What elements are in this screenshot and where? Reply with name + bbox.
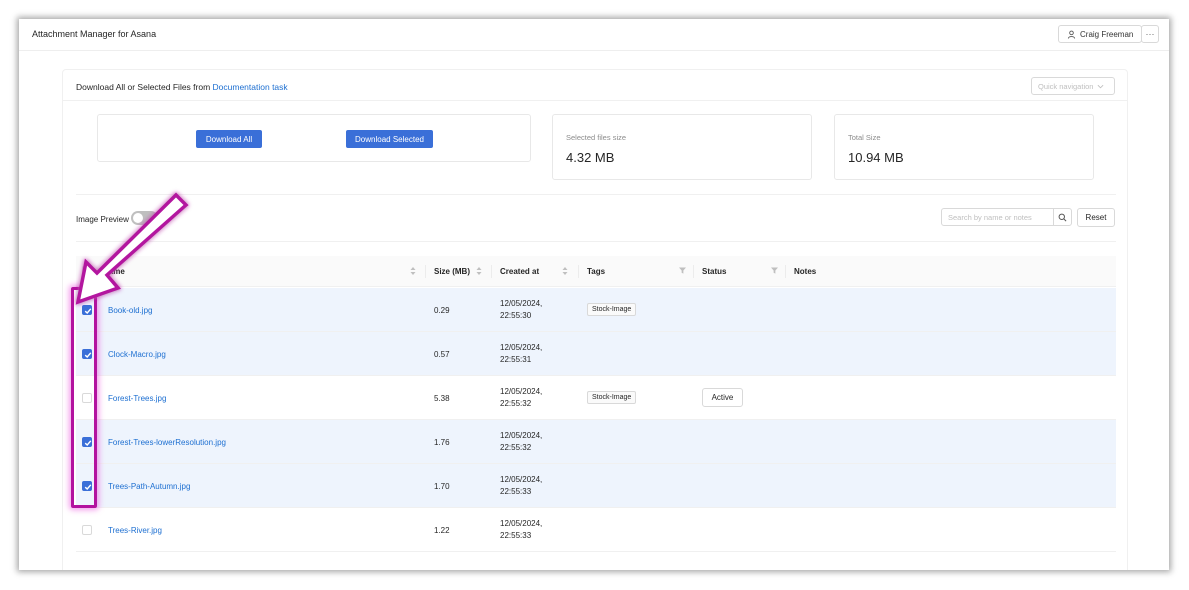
- sort-icon[interactable]: [476, 265, 482, 277]
- tag-badge: Stock-Image: [587, 391, 637, 404]
- chevron-down-icon: [1098, 84, 1104, 88]
- file-name-link[interactable]: Forest-Trees-lowerResolution.jpg: [108, 438, 226, 447]
- task-link[interactable]: Documentation task: [213, 82, 288, 92]
- column-created-header[interactable]: Created at: [500, 267, 539, 276]
- created-at: 12/05/2024, 22:55:30: [500, 298, 560, 322]
- search-input[interactable]: Search by name or notes: [941, 208, 1054, 226]
- created-date: 12/05/2024,: [500, 519, 543, 528]
- table-row: Forest-Trees.jpg 5.38 12/05/2024, 22:55:3…: [76, 376, 1116, 420]
- download-all-button[interactable]: Download All: [196, 130, 262, 148]
- column-name-header[interactable]: Name: [103, 267, 125, 276]
- column-status-header: Status: [702, 267, 727, 276]
- table-row: Trees-River.jpg 1.22 12/05/2024, 22:55:33: [76, 508, 1116, 552]
- file-size: 0.57: [434, 350, 450, 359]
- created-date: 12/05/2024,: [500, 387, 543, 396]
- filter-icon[interactable]: [771, 267, 778, 274]
- selected-size-label: Selected files size: [566, 133, 627, 142]
- created-at: 12/05/2024, 22:55:33: [500, 518, 560, 542]
- app-header: Attachment Manager for Asana Craig Freem…: [19, 19, 1169, 51]
- sort-icon[interactable]: [562, 265, 568, 277]
- total-size-value: 10.94 MB: [848, 150, 904, 165]
- column-separator: [425, 265, 426, 278]
- file-size: 0.29: [434, 306, 450, 315]
- file-size: 5.38: [434, 394, 450, 403]
- image-preview-toggle[interactable]: [131, 211, 158, 225]
- user-icon: [1067, 30, 1076, 39]
- file-size: 1.22: [434, 526, 450, 535]
- created-time: 22:55:32: [500, 399, 532, 408]
- column-separator: [693, 265, 694, 278]
- file-name-link[interactable]: Trees-Path-Autumn.jpg: [108, 482, 190, 491]
- column-notes-header: Notes: [794, 267, 817, 276]
- table-header: Name Size (MB) Created at Tags Status No…: [76, 256, 1116, 287]
- quick-navigation-select[interactable]: Quick navigation: [1031, 77, 1115, 95]
- created-at: 12/05/2024, 22:55:32: [500, 386, 560, 410]
- tag-badge: Stock-Image: [587, 303, 637, 316]
- table-row: Forest-Trees-lowerResolution.jpg 1.76 12…: [76, 420, 1116, 464]
- toggle-knob: [133, 213, 143, 223]
- image-preview-label: Image Preview: [76, 215, 129, 224]
- column-separator: [578, 265, 579, 278]
- more-options-button[interactable]: ···: [1141, 25, 1159, 43]
- created-at: 12/05/2024, 22:55:32: [500, 430, 560, 454]
- sort-icon[interactable]: [410, 265, 416, 277]
- created-date: 12/05/2024,: [500, 475, 543, 484]
- table-row: Trees-Path-Autumn.jpg 1.70 12/05/2024, 22…: [76, 464, 1116, 508]
- total-size-stat: Total Size 10.94 MB: [834, 114, 1094, 180]
- created-time: 22:55:31: [500, 355, 532, 364]
- created-at: 12/05/2024, 22:55:31: [500, 342, 560, 366]
- card-title: Download All or Selected Files from Docu…: [76, 82, 288, 92]
- selected-size-stat: Selected files size 4.32 MB: [552, 114, 812, 180]
- user-name: Craig Freeman: [1080, 29, 1134, 39]
- download-card: Download All or Selected Files from Docu…: [62, 69, 1128, 570]
- created-date: 12/05/2024,: [500, 343, 543, 352]
- card-title-prefix: Download All or Selected Files from: [76, 82, 213, 92]
- reset-button[interactable]: Reset: [1077, 208, 1115, 227]
- column-separator: [491, 265, 492, 278]
- row-checkbox[interactable]: [82, 525, 92, 535]
- column-tags-header: Tags: [587, 267, 606, 276]
- created-date: 12/05/2024,: [500, 299, 543, 308]
- card-divider: [63, 100, 1127, 101]
- download-actions-panel: Download All Download Selected: [97, 114, 531, 162]
- status-badge[interactable]: Active: [702, 388, 743, 407]
- table-row: Book-old.jpg 0.29 12/05/2024, 22:55:30 St…: [76, 288, 1116, 332]
- file-size: 1.76: [434, 438, 450, 447]
- column-size-header[interactable]: Size (MB): [434, 267, 470, 276]
- selected-size-value: 4.32 MB: [566, 150, 615, 165]
- file-name-link[interactable]: Forest-Trees.jpg: [108, 394, 166, 403]
- section-divider: [76, 194, 1116, 195]
- total-size-label: Total Size: [848, 133, 881, 142]
- download-selected-button[interactable]: Download Selected: [346, 130, 433, 148]
- created-time: 22:55:33: [500, 487, 532, 496]
- user-menu-button[interactable]: Craig Freeman: [1058, 25, 1142, 43]
- toolbar-divider: [76, 241, 1116, 242]
- table-row: Clock-Macro.jpg 0.57 12/05/2024, 22:55:31: [76, 332, 1116, 376]
- created-time: 22:55:33: [500, 531, 532, 540]
- app-window: Attachment Manager for Asana Craig Freem…: [19, 19, 1169, 570]
- app-title: Attachment Manager for Asana: [32, 29, 157, 39]
- select-all-checkbox[interactable]: [82, 266, 92, 276]
- file-name-link[interactable]: Clock-Macro.jpg: [108, 350, 166, 359]
- created-date: 12/05/2024,: [500, 431, 543, 440]
- quick-navigation-placeholder: Quick navigation: [1038, 81, 1094, 91]
- more-icon: ···: [1145, 29, 1155, 39]
- search-icon: [1058, 213, 1067, 221]
- annotation-highlight-box: [71, 287, 97, 508]
- file-name-link[interactable]: Book-old.jpg: [108, 306, 152, 315]
- file-name-link[interactable]: Trees-River.jpg: [108, 526, 162, 535]
- created-time: 22:55:30: [500, 311, 532, 320]
- created-time: 22:55:32: [500, 443, 532, 452]
- column-separator: [785, 265, 786, 278]
- filter-icon[interactable]: [679, 267, 686, 274]
- file-size: 1.70: [434, 482, 450, 491]
- search-button[interactable]: [1053, 208, 1072, 226]
- created-at: 12/05/2024, 22:55:33: [500, 474, 560, 498]
